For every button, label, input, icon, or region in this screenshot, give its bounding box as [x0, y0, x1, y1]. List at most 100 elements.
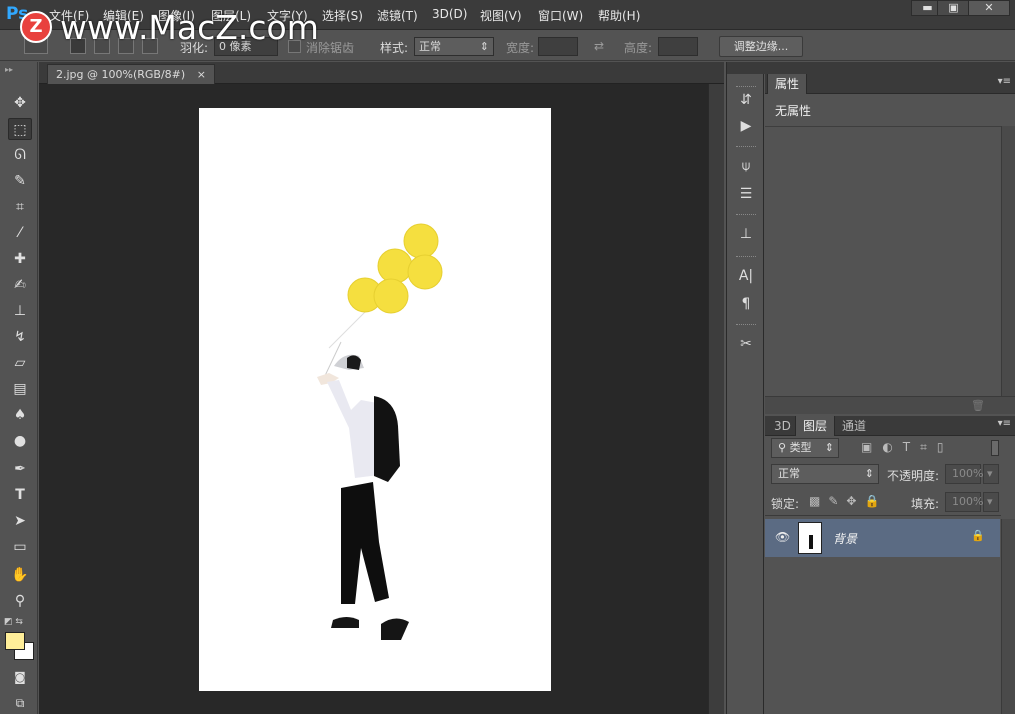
path-select-icon[interactable]: ➤: [8, 510, 32, 532]
lock-icon: 🔒: [971, 529, 985, 542]
style-value: 正常: [419, 40, 441, 53]
grip-handle[interactable]: [736, 256, 756, 259]
document-tab[interactable]: 2.jpg @ 100%(RGB/8#) ×: [47, 64, 215, 84]
height-input[interactable]: [658, 37, 698, 56]
vertical-scrollbar[interactable]: [708, 84, 724, 714]
watermark-badge: Z: [20, 11, 52, 43]
tools-panel: ▸▸ ✥ ⬚ ᘏ ✎ ⌗ ⁄ ✚ ✍ ⊥ ↯ ▱ ▤ ♠ ● ✒ T ➤ ▭ ✋…: [0, 62, 38, 714]
brush-presets-icon[interactable]: ☰: [736, 184, 756, 204]
history-brush-icon[interactable]: ↯: [8, 326, 32, 348]
menu-view[interactable]: 视图(V): [480, 7, 522, 24]
trash-icon[interactable]: 🗑: [971, 399, 985, 412]
foreground-color-swatch[interactable]: [5, 632, 25, 650]
fill-dropdown-icon[interactable]: ▾: [983, 492, 999, 512]
menu-window[interactable]: 窗口(W): [538, 7, 583, 24]
blend-mode-select[interactable]: 正常 ⇕: [771, 464, 879, 484]
restore-button[interactable]: ▣: [937, 0, 970, 16]
style-select[interactable]: 正常 ⇕: [414, 37, 494, 56]
swap-icon[interactable]: ⇄: [594, 39, 604, 53]
healing-icon[interactable]: ✚: [8, 248, 32, 270]
width-label: 宽度:: [506, 41, 535, 55]
menu-filter[interactable]: 滤镜(T): [377, 7, 418, 24]
close-tab-icon[interactable]: ×: [197, 68, 206, 81]
quick-mask-icon[interactable]: ◙: [8, 666, 32, 688]
brush-icon[interactable]: ✍: [8, 274, 32, 296]
history-panel-icon[interactable]: ⇵: [736, 90, 756, 110]
pen-icon[interactable]: ✒: [8, 458, 32, 480]
default-colors-icon[interactable]: ◩ ⇆: [4, 617, 23, 627]
actions-panel-icon[interactable]: ▶: [736, 116, 756, 136]
lasso-icon[interactable]: ᘏ: [8, 144, 32, 166]
shape-icon[interactable]: ▭: [8, 536, 32, 558]
layer-thumbnail: [798, 522, 822, 554]
tab-3d[interactable]: 3D: [767, 416, 798, 436]
width-input[interactable]: [538, 37, 578, 56]
fill-label: 填充:: [911, 497, 940, 511]
grip-handle[interactable]: [736, 214, 756, 217]
layer-row[interactable]: 👁 背景 🔒: [765, 519, 1000, 557]
gradient-icon[interactable]: ▤: [8, 378, 32, 400]
close-button[interactable]: ✕: [968, 0, 1010, 16]
right-panels: 属性 ▾≡ 无属性 🗑 3D 图层 通道 ▾≡ ⚲ 类型 ⇕ ▣◐T⌗▯ 正常 ⇕ …: [765, 62, 1015, 714]
tab-properties[interactable]: 属性: [767, 74, 808, 94]
opacity-label: 不透明度:: [887, 469, 940, 483]
style-label: 样式:: [380, 41, 409, 55]
clone-source-icon[interactable]: ⊥: [736, 224, 756, 244]
screen-mode-icon[interactable]: ⧉: [8, 692, 32, 714]
opacity-dropdown-icon[interactable]: ▾: [983, 464, 999, 484]
balloons-illustration: [328, 223, 443, 349]
grip-handle[interactable]: [736, 86, 756, 89]
panel-menu-icon[interactable]: ▾≡: [998, 76, 1011, 87]
fill-input[interactable]: 100%: [945, 492, 983, 512]
chevron-down-icon: ⇕: [824, 441, 834, 454]
tab-layers[interactable]: 图层: [795, 416, 836, 436]
panel-menu-icon[interactable]: ▾≡: [998, 418, 1011, 429]
dodge-icon[interactable]: ●: [8, 430, 32, 452]
chevron-down-icon: ⇕: [479, 40, 489, 53]
refine-edge-button[interactable]: 调整边缘...: [719, 36, 803, 57]
stamp-icon[interactable]: ⊥: [8, 300, 32, 322]
properties-tabbar: 属性 ▾≡: [765, 74, 1015, 94]
brush-panel-icon[interactable]: ⍦: [736, 156, 756, 176]
eyedropper-icon[interactable]: ⁄: [8, 222, 32, 244]
opacity-input[interactable]: 100%: [945, 464, 983, 484]
quick-select-icon[interactable]: ✎: [8, 170, 32, 192]
blur-icon[interactable]: ♠: [8, 404, 32, 426]
hand-icon[interactable]: ✋: [8, 564, 32, 586]
zoom-icon[interactable]: ⚲: [8, 590, 32, 612]
panel-dock-header: [765, 62, 1015, 74]
menu-help[interactable]: 帮助(H): [598, 7, 640, 24]
panel-dock-icons: ⇵ ▶ ⍦ ☰ ⊥ A| ¶ ✂: [726, 62, 765, 714]
menu-3d[interactable]: 3D(D): [432, 7, 467, 21]
layer-filter-icons[interactable]: ▣◐T⌗▯: [861, 440, 954, 455]
filter-toggle[interactable]: [991, 440, 999, 456]
document-tab-title: 2.jpg @ 100%(RGB/8#): [56, 68, 186, 81]
grip-handle[interactable]: [736, 324, 756, 327]
watermark: Z www.MacZ.com: [20, 6, 319, 48]
collapse-icon[interactable]: ▸▸: [5, 65, 13, 74]
tab-channels[interactable]: 通道: [835, 416, 873, 436]
paragraph-panel-icon[interactable]: ¶: [736, 294, 756, 314]
eraser-icon[interactable]: ▱: [8, 352, 32, 374]
grip-handle[interactable]: [736, 146, 756, 149]
layer-filter-select[interactable]: ⚲ 类型 ⇕: [771, 438, 839, 458]
properties-scrollbar[interactable]: [1001, 126, 1015, 396]
tool-presets-icon[interactable]: ✂: [736, 334, 756, 354]
layers-scrollbar[interactable]: [1001, 519, 1015, 714]
dock-header: [727, 62, 765, 74]
image-canvas[interactable]: [199, 108, 551, 691]
marquee-icon[interactable]: ⬚: [8, 118, 32, 140]
layers-tabbar: 3D 图层 通道 ▾≡: [765, 416, 1015, 436]
canvas-artwork: [317, 223, 443, 640]
type-icon[interactable]: T: [8, 484, 32, 506]
balloon: [407, 254, 443, 290]
crop-icon[interactable]: ⌗: [8, 196, 32, 218]
move-icon[interactable]: ✥: [8, 92, 32, 114]
balloon: [373, 278, 409, 314]
menu-select[interactable]: 选择(S): [322, 7, 363, 24]
lock-icons[interactable]: ▩✎✥🔒: [809, 494, 887, 508]
balloon: [403, 223, 439, 259]
character-panel-icon[interactable]: A|: [736, 266, 756, 286]
eye-icon[interactable]: 👁: [775, 530, 790, 544]
layer-name[interactable]: 背景: [833, 530, 857, 547]
